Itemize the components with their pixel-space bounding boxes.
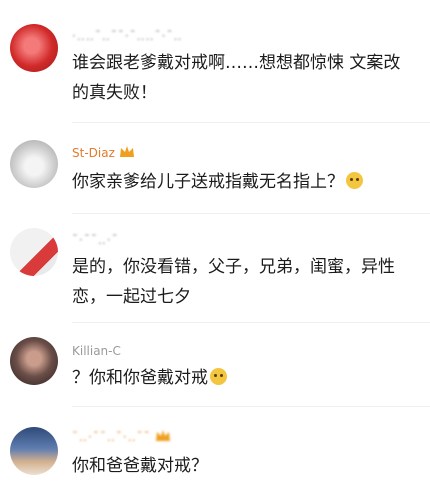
comment-item[interactable]: ˉ·ˉˉ‥·ˉ 是的，你没看错，父子，兄弟，闺蜜，异性恋，一起过七夕 xyxy=(0,214,430,320)
comment-username-wrap[interactable]: ˉ‥·ˉˉ‥ˉ·‥ˉˉ xyxy=(72,429,171,445)
comment-item[interactable]: St-Diaz 你家亲爹给儿子送戒指戴无名指上？ xyxy=(0,123,430,213)
comment-text: 你家亲爹给儿子送戒指戴无名指上？ xyxy=(72,172,344,192)
comment-text: 你和爸爸戴对戒？ xyxy=(72,456,208,476)
comment-text: 谁会跟老爹戴对戒啊……想想都惊悚 文案改的真失败！ xyxy=(72,53,401,103)
sweat-smile-emoji-icon xyxy=(210,368,227,385)
comment-username[interactable]: ˉ‥·ˉˉ‥ˉ·‥ˉˉ xyxy=(72,430,151,444)
comment-username[interactable]: ˉ·ˉˉ‥·ˉ xyxy=(72,232,119,248)
comment-text-wrap: ？你和你爸戴对戒 xyxy=(72,363,416,393)
comment-text: 是的，你没看错，父子，兄弟，闺蜜，异性恋，一起过七夕 xyxy=(72,257,395,307)
comment-username[interactable]: ·‥‥ˉ‥ˉˉ·ˉ‥‥ˉ·ˉ‥ xyxy=(72,28,183,44)
comment-username[interactable]: St-Diaz xyxy=(72,146,115,160)
comment-item[interactable]: Killian-C ？你和你爸戴对戒 xyxy=(0,323,430,405)
crown-badge-icon xyxy=(155,429,171,443)
avatar[interactable] xyxy=(10,24,58,72)
avatar[interactable] xyxy=(10,140,58,188)
comment-text: ？你和你爸戴对戒 xyxy=(72,368,208,388)
comment-item[interactable]: ˉ‥·ˉˉ‥ˉ·‥ˉˉ 你和爸爸戴对戒？ xyxy=(0,407,430,496)
comment-username[interactable]: Killian-C xyxy=(72,343,121,359)
comment-item[interactable]: ·‥‥ˉ‥ˉˉ·ˉ‥‥ˉ·ˉ‥ 谁会跟老爹戴对戒啊……想想都惊悚 文案改的真失败… xyxy=(0,0,430,120)
crown-badge-icon xyxy=(119,145,135,159)
avatar[interactable] xyxy=(10,337,58,385)
comment-list: ·‥‥ˉ‥ˉˉ·ˉ‥‥ˉ·ˉ‥ 谁会跟老爹戴对戒啊……想想都惊悚 文案改的真失败… xyxy=(0,0,430,496)
thinking-emoji-icon xyxy=(346,172,363,189)
comment-text-wrap: 你家亲爹给儿子送戒指戴无名指上？ xyxy=(72,167,416,197)
avatar[interactable] xyxy=(10,427,58,475)
comment-username-wrap[interactable]: St-Diaz xyxy=(72,145,135,161)
avatar[interactable] xyxy=(10,228,58,276)
